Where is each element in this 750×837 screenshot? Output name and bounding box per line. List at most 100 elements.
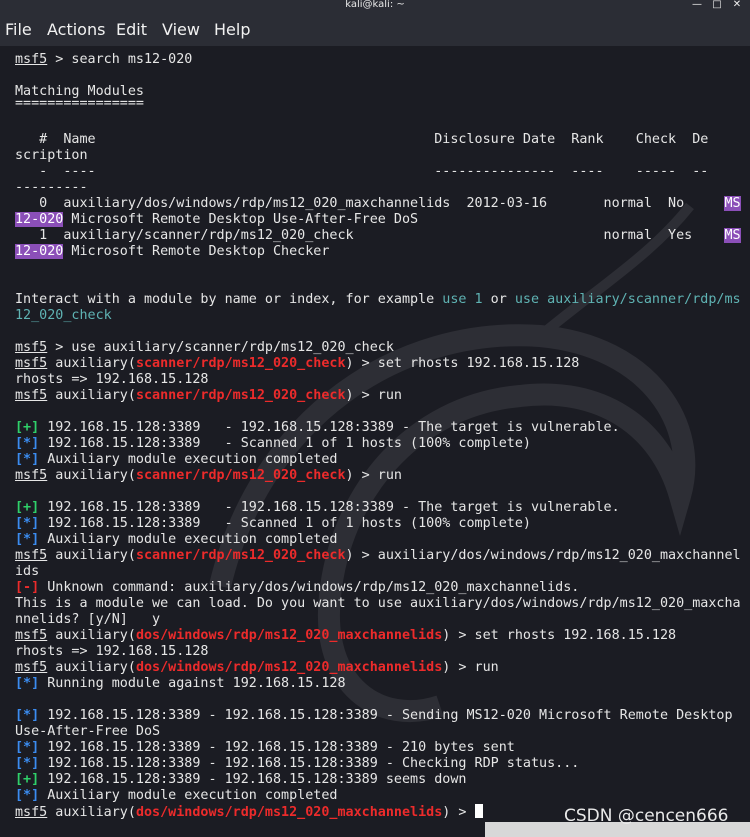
status-text: 192.168.15.128:3389 - Scanned 1 of 1 hos… [39,516,531,531]
status-line: [+] 192.168.15.128:3389 - 192.168.15.128… [15,500,620,516]
line-run: msf5 auxiliary(scanner/rdp/ms12_020_chec… [15,388,402,404]
highlight: 12-020 [15,244,64,259]
text-cursor [474,804,483,818]
command-text: run [474,660,499,675]
command-text: run [377,388,402,403]
table-row-wrap: 12-020 Microsoft Remote Desktop Checker [15,244,329,260]
prompt-close: ) > [345,388,378,403]
aux-prefix: auxiliary( [47,660,136,675]
hint-example: use 1 [442,292,483,307]
info-status-icon: [*] [15,452,40,467]
prompt: msf5 [15,340,48,355]
error-status-icon: [-] [15,580,40,595]
current-prompt-line[interactable]: msf5 auxiliary(dos/windows/rdp/ms12_020_… [15,804,483,821]
matching-underline: ================ [15,96,144,111]
module-name: dos/windows/rdp/ms12_020_maxchannelids [135,628,443,643]
plus-status-icon: [+] [15,500,40,515]
rhosts-output: rhosts => 192.168.15.128 [15,644,209,659]
status-text: Auxiliary module execution completed [39,452,338,467]
highlight: MS [724,196,741,211]
hint-example: use auxiliary/scanner/rdp/ms [514,292,741,307]
menu-view[interactable]: View [162,20,200,39]
prompt: msf5 [15,805,48,820]
aux-prefix: auxiliary( [47,356,136,371]
table-row: 1 auxiliary/scanner/rdp/ms12_020_check n… [15,228,741,244]
menu-file[interactable]: File [5,20,32,39]
csdn-watermark: CSDN @cencen666 [564,806,729,826]
module-name: dos/windows/rdp/ms12_020_maxchannelids [135,660,443,675]
prompt: msf5 [15,356,48,371]
module-name: scanner/rdp/ms12_020_check [135,468,346,483]
prompt-close: ) > [345,548,378,563]
minimize-icon[interactable]: — [690,0,704,11]
info-status-icon: [*] [15,756,40,771]
status-text: 192.168.15.128:3389 - 192.168.15.128:338… [39,500,620,515]
menu-bar: File Actions Edit View Help [0,12,750,46]
line-run: msf5 auxiliary(dos/windows/rdp/ms12_020_… [15,660,499,676]
info-status-icon: [*] [15,532,40,547]
status-text: Auxiliary module execution completed [39,532,338,547]
prompt-close: ) > [345,356,378,371]
info-status-icon: [*] [15,516,40,531]
highlight: MS [724,228,741,243]
window-title: kali@kali: ~ [345,0,405,10]
command-text: run [377,468,402,483]
aux-prefix: auxiliary( [47,628,136,643]
info-status-icon: [*] [15,436,40,451]
column-rule-wrap: --------- [15,180,88,195]
module-name: scanner/rdp/ms12_020_check [135,548,346,563]
status-line: [*] 192.168.15.128:3389 - 192.168.15.128… [15,756,579,772]
menu-actions[interactable]: Actions [47,20,105,39]
status-line: [*] 192.168.15.128:3389 - Scanned 1 of 1… [15,436,531,452]
info-status-icon: [*] [15,788,40,803]
line-search: msf5 > search ms12-020 [15,52,192,68]
load-question: This is a module we can load. Do you wan… [15,596,741,611]
status-text: 192.168.15.128:3389 - 192.168.15.128:338… [39,740,515,755]
status-line: [*] 192.168.15.128:3389 - 192.168.15.128… [15,740,515,756]
plus-status-icon: [+] [15,420,40,435]
aux-prefix: auxiliary( [47,468,136,483]
status-text: Auxiliary module execution completed [39,788,338,803]
row-text: Microsoft Remote Desktop Checker [63,244,330,259]
prompt: msf5 [15,548,48,563]
line-use: msf5 > use auxiliary/scanner/rdp/ms12_02… [15,340,394,356]
prompt: msf5 [15,388,48,403]
hint-text: or [482,292,515,307]
terminal-output[interactable]: msf5 > search ms12-020 Matching Modules … [0,46,750,837]
status-text: 192.168.15.128:3389 - 192.168.15.128:338… [39,772,467,787]
status-line: [*] 192.168.15.128:3389 - 192.168.15.128… [15,708,733,724]
command-text: set rhosts 192.168.15.128 [377,356,580,371]
status-text: Running module against 192.168.15.128 [39,676,346,691]
aux-prefix: auxiliary( [47,805,136,820]
prompt-close: ) > [442,628,475,643]
line-typed-module: msf5 auxiliary(scanner/rdp/ms12_020_chec… [15,548,741,564]
prompt: msf5 [15,660,48,675]
status-line: [*] Auxiliary module execution completed [15,532,337,548]
status-text: Unknown command: auxiliary/dos/windows/r… [39,580,580,595]
close-icon[interactable]: ✕ [730,0,744,11]
title-bar: kali@kali: ~ — □ ✕ [0,0,750,12]
module-name: scanner/rdp/ms12_020_check [135,388,346,403]
module-name: dos/windows/rdp/ms12_020_maxchannelids [135,805,443,820]
info-status-icon: [*] [15,676,40,691]
line-set-rhosts: msf5 auxiliary(scanner/rdp/ms12_020_chec… [15,356,579,372]
menu-help[interactable]: Help [214,20,250,39]
hint-text: Interact with a module by name or index,… [15,292,443,307]
row-text: 1 auxiliary/scanner/rdp/ms12_020_check n… [15,228,725,243]
menu-edit[interactable]: Edit [116,20,147,39]
command-text: set rhosts 192.168.15.128 [474,628,677,643]
line-typed-module-wrap: ids [15,564,40,579]
rhosts-output: rhosts => 192.168.15.128 [15,372,209,387]
status-line: [+] 192.168.15.128:3389 - 192.168.15.128… [15,772,466,788]
row-text: Microsoft Remote Desktop Use-After-Free … [63,212,419,227]
interact-hint: Interact with a module by name or index,… [15,292,741,308]
prompt: msf5 [15,52,48,67]
prompt: msf5 [15,468,48,483]
module-name: scanner/rdp/ms12_020_check [135,356,346,371]
highlight: 12-020 [15,212,64,227]
status-text: 192.168.15.128:3389 - Scanned 1 of 1 hos… [39,436,531,451]
status-text: 192.168.15.128:3389 - 192.168.15.128:338… [39,420,620,435]
command-text: > use auxiliary/scanner/rdp/ms12_020_che… [47,340,394,355]
maximize-icon[interactable]: □ [710,0,724,11]
interact-hint-wrap: 12_020_check [15,308,112,323]
